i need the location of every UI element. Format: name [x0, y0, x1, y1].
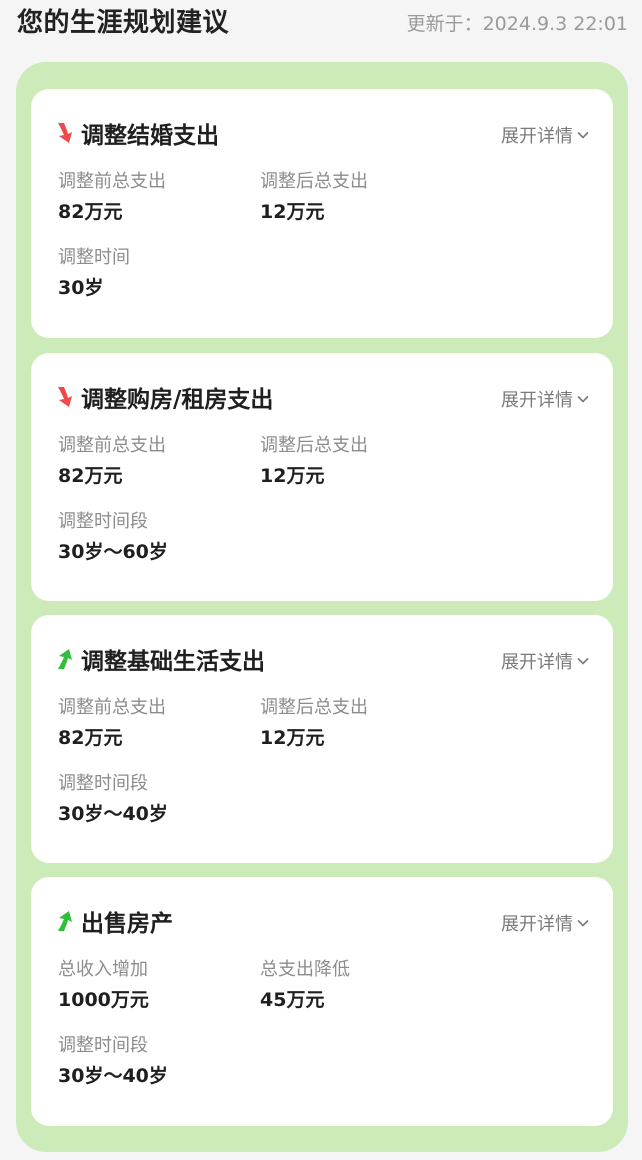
update-time: 更新于：2024.9.3 22:01 [406, 13, 628, 35]
advice-card-living: 调整基础生活支出 展开详情 调整前总支出 82万元 调整后总支出 12万元 调整… [31, 615, 613, 863]
field-value: 82万元 [58, 727, 123, 749]
field-value: 12万元 [260, 727, 325, 749]
field-label: 总支出降低 [260, 959, 350, 980]
field-label: 调整时间 [58, 247, 130, 268]
card-title: 调整基础生活支出 [81, 649, 265, 675]
red-down-arrow-icon [58, 387, 72, 407]
field-adjust-period: 调整时间段 30岁～40岁 [58, 773, 168, 825]
chevron-down-icon [577, 131, 589, 139]
field-before-total: 调整前总支出 82万元 [58, 435, 166, 487]
chevron-down-icon [577, 395, 589, 403]
field-value: 12万元 [260, 201, 325, 223]
expand-details-button[interactable]: 展开详情 [501, 386, 589, 412]
field-adjust-period: 调整时间段 30岁～60岁 [58, 511, 168, 563]
field-value: 30岁 [58, 277, 104, 299]
card-title: 调整结婚支出 [81, 123, 219, 149]
field-value: 82万元 [58, 201, 123, 223]
field-value: 12万元 [260, 465, 325, 487]
field-label: 调整时间段 [58, 511, 148, 532]
field-label: 调整时间段 [58, 773, 148, 794]
field-label: 调整后总支出 [260, 435, 368, 456]
green-up-arrow-icon [58, 649, 72, 669]
field-after-total: 调整后总支出 12万元 [260, 435, 368, 487]
field-before-total: 调整前总支出 82万元 [58, 171, 166, 223]
header: 您的生涯规划建议 更新于：2024.9.3 22:01 [0, 0, 642, 44]
field-adjust-period: 调整时间段 30岁～40岁 [58, 1035, 168, 1087]
red-down-arrow-icon [58, 123, 72, 143]
card-title: 出售房产 [81, 911, 173, 937]
card-header: 出售房产 [55, 905, 173, 937]
expand-label: 展开详情 [501, 914, 573, 935]
field-label: 调整时间段 [58, 1035, 148, 1056]
advice-panel: 调整结婚支出 展开详情 调整前总支出 82万元 调整后总支出 12万元 调整时间… [16, 62, 628, 1152]
field-expense-decrease: 总支出降低 45万元 [260, 959, 350, 1011]
field-value: 30岁～40岁 [58, 1065, 168, 1087]
field-value: 30岁～40岁 [58, 803, 168, 825]
chevron-down-icon [577, 919, 589, 927]
expand-details-button[interactable]: 展开详情 [501, 648, 589, 674]
advice-card-marriage: 调整结婚支出 展开详情 调整前总支出 82万元 调整后总支出 12万元 调整时间… [31, 89, 613, 338]
field-after-total: 调整后总支出 12万元 [260, 171, 368, 223]
card-header: 调整购房/租房支出 [55, 381, 273, 413]
field-adjust-time: 调整时间 30岁 [58, 247, 130, 299]
field-label: 调整前总支出 [58, 171, 166, 192]
expand-label: 展开详情 [501, 652, 573, 673]
field-after-total: 调整后总支出 12万元 [260, 697, 368, 749]
field-label: 调整后总支出 [260, 171, 368, 192]
field-label: 调整后总支出 [260, 697, 368, 718]
card-header: 调整基础生活支出 [55, 643, 265, 675]
field-value: 30岁～60岁 [58, 541, 168, 563]
field-value: 1000万元 [58, 989, 149, 1011]
field-label: 调整前总支出 [58, 697, 166, 718]
advice-card-housing: 调整购房/租房支出 展开详情 调整前总支出 82万元 调整后总支出 12万元 调… [31, 353, 613, 601]
expand-details-button[interactable]: 展开详情 [501, 910, 589, 936]
card-title: 调整购房/租房支出 [81, 387, 274, 413]
field-before-total: 调整前总支出 82万元 [58, 697, 166, 749]
field-income-increase: 总收入增加 1000万元 [58, 959, 149, 1011]
field-label: 总收入增加 [58, 959, 148, 980]
card-header: 调整结婚支出 [55, 117, 219, 149]
expand-details-button[interactable]: 展开详情 [501, 122, 589, 148]
advice-card-sell-property: 出售房产 展开详情 总收入增加 1000万元 总支出降低 45万元 调整时间段 … [31, 877, 613, 1126]
field-value: 45万元 [260, 989, 325, 1011]
field-label: 调整前总支出 [58, 435, 166, 456]
field-value: 82万元 [58, 465, 123, 487]
expand-label: 展开详情 [501, 126, 573, 147]
page-title: 您的生涯规划建议 [17, 8, 230, 38]
green-up-arrow-icon [58, 911, 72, 931]
expand-label: 展开详情 [501, 390, 573, 411]
chevron-down-icon [577, 657, 589, 665]
